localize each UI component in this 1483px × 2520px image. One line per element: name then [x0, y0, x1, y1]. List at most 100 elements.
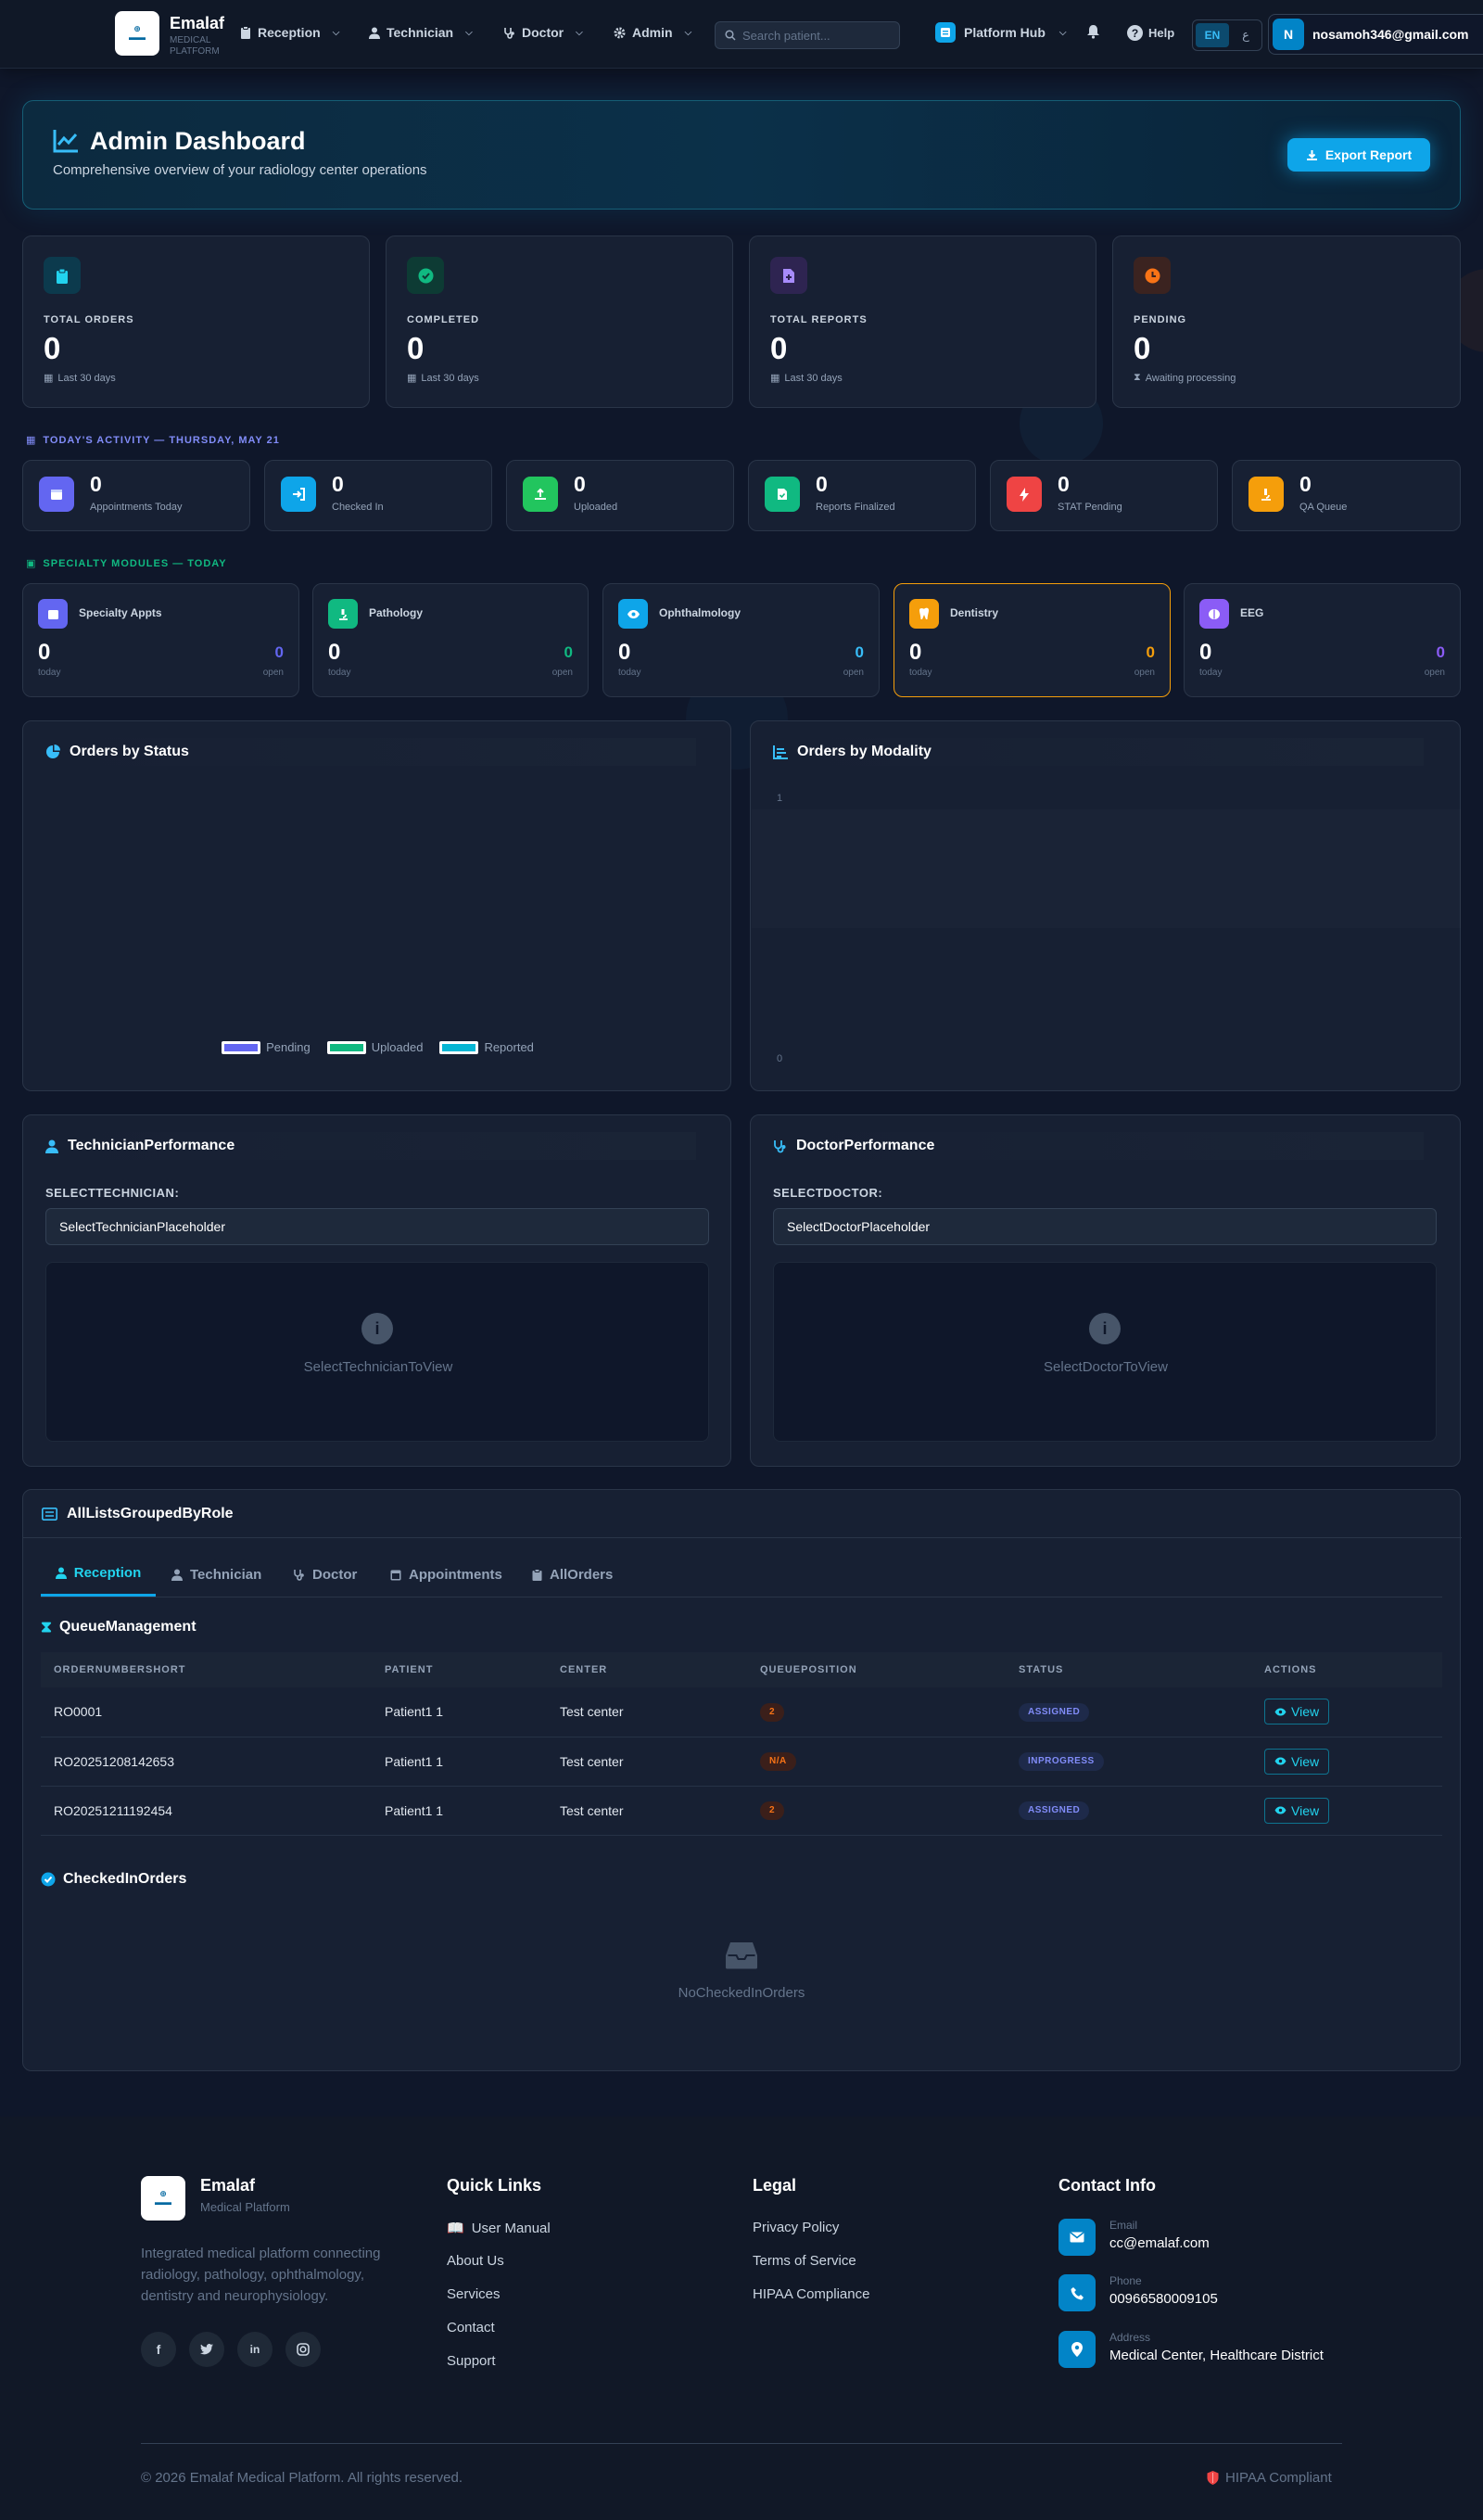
footer-brand: Emalaf: [200, 2176, 256, 2195]
column-header[interactable]: CENTER: [547, 1652, 747, 1687]
menu-label: Reception: [258, 25, 321, 40]
activity-heading: ▦ TODAY'S ACTIVITY — THURSDAY, MAY 21: [26, 434, 280, 447]
search-input[interactable]: [742, 28, 891, 43]
table-row[interactable]: RO20251208142653 Patient1 1 Test center …: [41, 1737, 1442, 1787]
view-button[interactable]: View: [1264, 1748, 1330, 1775]
activity-value: 0: [1299, 472, 1312, 496]
legal-link-terms[interactable]: Terms of Service: [753, 2253, 856, 2269]
menu-label: Technician: [387, 25, 454, 40]
column-header[interactable]: ORDERNUMBERSHORT: [41, 1652, 372, 1687]
stat-footer-text: Awaiting processing: [1145, 372, 1236, 384]
view-button[interactable]: View: [1264, 1797, 1330, 1824]
specialty-open-value: 0: [855, 643, 864, 661]
activity-uploaded[interactable]: 0 Uploaded: [506, 460, 734, 531]
quick-link-contact[interactable]: Contact: [447, 2320, 495, 2335]
microscope-icon: [328, 599, 358, 629]
shield-icon: [1207, 2471, 1219, 2485]
legend-swatch: [222, 1040, 261, 1054]
actions-cell: View: [1251, 1687, 1442, 1737]
specialty-open-label: open: [1134, 668, 1155, 678]
technician-empty-state: i SelectTechnicianToView: [45, 1262, 709, 1442]
section-title: CheckedInOrders: [63, 1871, 187, 1887]
facebook-icon[interactable]: f: [141, 2332, 176, 2367]
column-header[interactable]: STATUS: [1006, 1652, 1251, 1687]
table-row[interactable]: RO20251211192454 Patient1 1 Test center …: [41, 1786, 1442, 1836]
activity-value: 0: [332, 472, 344, 496]
specialty-today-value: 0: [1199, 640, 1212, 665]
legend-item-uploaded[interactable]: Uploaded: [326, 1040, 423, 1054]
calendar-icon: [390, 1570, 401, 1580]
quick-link-user-manual[interactable]: 📖 User Manual: [447, 2220, 551, 2237]
column-header[interactable]: ACTIONS: [1251, 1652, 1442, 1687]
empty-text: SelectDoctorToView: [1044, 1359, 1168, 1375]
quick-link-support[interactable]: Support: [447, 2353, 496, 2369]
view-button[interactable]: View: [1264, 1699, 1330, 1725]
patient-search[interactable]: [715, 21, 900, 49]
specialty-today-label: today: [618, 668, 641, 678]
doctor-select[interactable]: SelectDoctorPlaceholder: [773, 1208, 1437, 1245]
column-header[interactable]: QUEUEPOSITION: [747, 1652, 1006, 1687]
specialty-pathology-card[interactable]: Pathology 0 today 0 open: [312, 583, 589, 697]
tab-label: AllOrders: [550, 1566, 614, 1583]
section-title: QueueManagement: [58, 1619, 196, 1635]
activity-qa-queue[interactable]: 0 QA Queue: [1232, 460, 1461, 531]
status-cell: ASSIGNED: [1006, 1786, 1251, 1836]
specialty-appts-card[interactable]: Specialty Appts 0 today 0 open: [22, 583, 299, 697]
footer-brand-sub: Medical Platform: [200, 2200, 290, 2214]
activity-checked-in[interactable]: 0 Checked In: [264, 460, 492, 531]
specialty-ophthalmology-card[interactable]: Ophthalmology 0 today 0 open: [602, 583, 880, 697]
activity-value: 0: [574, 472, 586, 496]
column-header[interactable]: PATIENT: [372, 1652, 547, 1687]
tab-doctor[interactable]: Doctor: [293, 1552, 357, 1597]
specialty-today-label: today: [328, 668, 351, 678]
technician-select[interactable]: SelectTechnicianPlaceholder: [45, 1208, 709, 1245]
book-icon: 📖: [447, 2221, 464, 2236]
lang-en-button[interactable]: EN: [1196, 23, 1229, 47]
brand-logo[interactable]: ⊕ ▬▬: [115, 11, 159, 56]
footer-logo[interactable]: ⊕ ▬▬: [141, 2176, 185, 2221]
stat-footer: ▦ Last 30 days: [407, 372, 479, 385]
legal-link-privacy[interactable]: Privacy Policy: [753, 2220, 839, 2235]
tab-technician[interactable]: Technician: [171, 1552, 261, 1597]
activity-stat-pending[interactable]: 0 STAT Pending: [990, 460, 1218, 531]
twitter-icon[interactable]: [189, 2332, 224, 2367]
center-name: Test center: [547, 1786, 747, 1836]
orders-by-modality-card: Orders by Modality 1 0: [750, 720, 1461, 1091]
export-report-button[interactable]: Export Report: [1287, 138, 1430, 172]
email-value[interactable]: cc@emalaf.com: [1109, 2235, 1210, 2251]
legend-item-reported[interactable]: Reported: [439, 1040, 534, 1054]
tab-appointments[interactable]: Appointments: [390, 1552, 502, 1597]
user-menu[interactable]: N nosamoh346@gmail.com: [1268, 14, 1483, 55]
tab-label: Reception: [73, 1565, 142, 1581]
tab-reception[interactable]: Reception: [41, 1552, 156, 1597]
chevron-down-icon: ⌵: [465, 27, 473, 38]
platform-hub-button[interactable]: Platform Hub ⌵: [935, 22, 1066, 43]
queue-table: ORDERNUMBERSHORT PATIENT CENTER QUEUEPOS…: [41, 1652, 1442, 1836]
help-button[interactable]: ? Help: [1127, 25, 1174, 41]
activity-appointments[interactable]: 0 Appointments Today: [22, 460, 250, 531]
activity-reports-finalized[interactable]: 0 Reports Finalized: [748, 460, 976, 531]
calendar-icon: ▦: [770, 373, 780, 384]
file-check-icon: [765, 477, 800, 512]
legend-item-pending[interactable]: Pending: [222, 1040, 311, 1054]
info-icon: i: [361, 1313, 393, 1344]
menu-admin[interactable]: Admin ⌵: [614, 25, 691, 40]
gear-icon: [614, 27, 626, 38]
tab-label: Doctor: [312, 1566, 358, 1583]
legal-link-hipaa[interactable]: HIPAA Compliance: [753, 2286, 869, 2302]
quick-link-about[interactable]: About Us: [447, 2253, 504, 2269]
menu-reception[interactable]: Reception ⌵: [240, 25, 339, 40]
table-row[interactable]: RO0001 Patient1 1 Test center 2 ASSIGNED…: [41, 1687, 1442, 1737]
phone-value[interactable]: 00966580009105: [1109, 2291, 1218, 2307]
language-toggle[interactable]: EN ع: [1192, 19, 1262, 51]
tab-all-orders[interactable]: AllOrders: [532, 1552, 613, 1597]
linkedin-icon[interactable]: in: [237, 2332, 273, 2367]
menu-technician[interactable]: Technician ⌵: [369, 25, 473, 40]
specialty-dentistry-card[interactable]: Dentistry 0 today 0 open: [894, 583, 1171, 697]
menu-doctor[interactable]: Doctor ⌵: [503, 25, 583, 40]
lang-ar-button[interactable]: ع: [1233, 28, 1259, 43]
quick-link-services[interactable]: Services: [447, 2286, 501, 2302]
bell-icon[interactable]: [1086, 24, 1100, 39]
instagram-icon[interactable]: [285, 2332, 321, 2367]
specialty-eeg-card[interactable]: EEG 0 today 0 open: [1184, 583, 1461, 697]
